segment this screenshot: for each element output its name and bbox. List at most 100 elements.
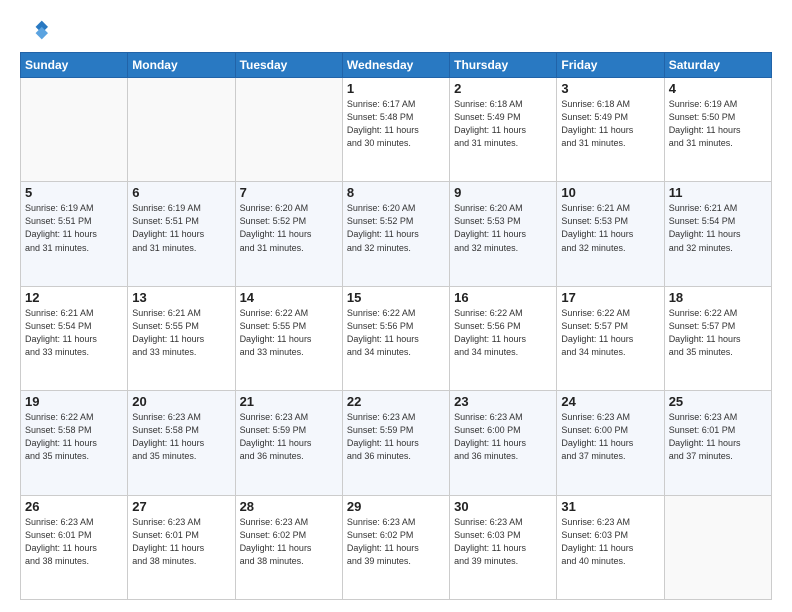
calendar-cell: 21 Sunrise: 6:23 AMSunset: 5:59 PMDayligh… [235, 391, 342, 495]
calendar-week-row: 5 Sunrise: 6:19 AMSunset: 5:51 PMDaylight… [21, 182, 772, 286]
calendar-cell: 15Sunrise: 6:22 AMSunset: 5:56 PMDayligh… [342, 286, 449, 390]
calendar-cell: 12 Sunrise: 6:21 AMSunset: 5:54 PMDayligh… [21, 286, 128, 390]
calendar-header-sunday: Sunday [21, 53, 128, 78]
calendar-cell: 29 Sunrise: 6:23 AMSunset: 6:02 PMDayligh… [342, 495, 449, 599]
day-number: 2 [454, 81, 552, 96]
calendar-cell: 13Sunrise: 6:21 AMSunset: 5:55 PMDayligh… [128, 286, 235, 390]
day-info: Sunrise: 6:19 AMSunset: 5:51 PMDaylight:… [132, 202, 230, 254]
day-info: Sunrise: 6:23 AMSunset: 6:00 PMDaylight:… [561, 411, 659, 463]
calendar-cell: 6 Sunrise: 6:19 AMSunset: 5:51 PMDaylight… [128, 182, 235, 286]
day-info: Sunrise: 6:21 AMSunset: 5:54 PMDaylight:… [25, 307, 123, 359]
header [20, 16, 772, 44]
calendar-cell: 23 Sunrise: 6:23 AMSunset: 6:00 PMDayligh… [450, 391, 557, 495]
day-number: 12 [25, 290, 123, 305]
page: SundayMondayTuesdayWednesdayThursdayFrid… [0, 0, 792, 612]
day-info: Sunrise: 6:21 AMSunset: 5:55 PMDaylight:… [132, 307, 230, 359]
day-number: 17 [561, 290, 659, 305]
day-number: 8 [347, 185, 445, 200]
day-info: Sunrise: 6:23 AMSunset: 6:01 PMDaylight:… [669, 411, 767, 463]
day-number: 18 [669, 290, 767, 305]
day-info: Sunrise: 6:23 AMSunset: 6:03 PMDaylight:… [454, 516, 552, 568]
day-info: Sunrise: 6:22 AMSunset: 5:56 PMDaylight:… [347, 307, 445, 359]
day-info: Sunrise: 6:22 AMSunset: 5:56 PMDaylight:… [454, 307, 552, 359]
day-number: 22 [347, 394, 445, 409]
calendar-cell: 27Sunrise: 6:23 AMSunset: 6:01 PMDayligh… [128, 495, 235, 599]
calendar-cell: 4Sunrise: 6:19 AMSunset: 5:50 PMDaylight… [664, 78, 771, 182]
calendar-cell: 11 Sunrise: 6:21 AMSunset: 5:54 PMDayligh… [664, 182, 771, 286]
calendar-cell [21, 78, 128, 182]
day-number: 26 [25, 499, 123, 514]
calendar-header-wednesday: Wednesday [342, 53, 449, 78]
calendar-cell: 26 Sunrise: 6:23 AMSunset: 6:01 PMDayligh… [21, 495, 128, 599]
calendar-header-tuesday: Tuesday [235, 53, 342, 78]
day-info: Sunrise: 6:23 AMSunset: 6:02 PMDaylight:… [240, 516, 338, 568]
day-info: Sunrise: 6:22 AMSunset: 5:58 PMDaylight:… [25, 411, 123, 463]
calendar-cell: 9Sunrise: 6:20 AMSunset: 5:53 PMDaylight… [450, 182, 557, 286]
day-number: 19 [25, 394, 123, 409]
calendar-header-friday: Friday [557, 53, 664, 78]
calendar-cell: 16 Sunrise: 6:22 AMSunset: 5:56 PMDayligh… [450, 286, 557, 390]
day-info: Sunrise: 6:23 AMSunset: 6:00 PMDaylight:… [454, 411, 552, 463]
day-info: Sunrise: 6:18 AMSunset: 5:49 PMDaylight:… [561, 98, 659, 150]
day-info: Sunrise: 6:22 AMSunset: 5:55 PMDaylight:… [240, 307, 338, 359]
day-number: 16 [454, 290, 552, 305]
calendar-week-row: 1 Sunrise: 6:17 AMSunset: 5:48 PMDaylight… [21, 78, 772, 182]
calendar-header-row: SundayMondayTuesdayWednesdayThursdayFrid… [21, 53, 772, 78]
day-info: Sunrise: 6:23 AMSunset: 6:02 PMDaylight:… [347, 516, 445, 568]
calendar-cell: 24 Sunrise: 6:23 AMSunset: 6:00 PMDayligh… [557, 391, 664, 495]
day-info: Sunrise: 6:22 AMSunset: 5:57 PMDaylight:… [669, 307, 767, 359]
day-info: Sunrise: 6:23 AMSunset: 6:01 PMDaylight:… [132, 516, 230, 568]
day-info: Sunrise: 6:18 AMSunset: 5:49 PMDaylight:… [454, 98, 552, 150]
calendar-cell: 17 Sunrise: 6:22 AMSunset: 5:57 PMDayligh… [557, 286, 664, 390]
day-number: 9 [454, 185, 552, 200]
day-info: Sunrise: 6:21 AMSunset: 5:54 PMDaylight:… [669, 202, 767, 254]
calendar-cell: 30 Sunrise: 6:23 AMSunset: 6:03 PMDayligh… [450, 495, 557, 599]
calendar-cell [128, 78, 235, 182]
calendar-header-thursday: Thursday [450, 53, 557, 78]
logo [20, 16, 52, 44]
calendar-cell: 2 Sunrise: 6:18 AMSunset: 5:49 PMDaylight… [450, 78, 557, 182]
logo-icon [20, 16, 48, 44]
calendar-cell: 5 Sunrise: 6:19 AMSunset: 5:51 PMDaylight… [21, 182, 128, 286]
calendar-cell: 3 Sunrise: 6:18 AMSunset: 5:49 PMDaylight… [557, 78, 664, 182]
day-number: 1 [347, 81, 445, 96]
calendar-cell: 8 Sunrise: 6:20 AMSunset: 5:52 PMDaylight… [342, 182, 449, 286]
day-number: 30 [454, 499, 552, 514]
calendar-cell: 25Sunrise: 6:23 AMSunset: 6:01 PMDayligh… [664, 391, 771, 495]
calendar-week-row: 19 Sunrise: 6:22 AMSunset: 5:58 PMDayligh… [21, 391, 772, 495]
calendar-header-saturday: Saturday [664, 53, 771, 78]
day-number: 31 [561, 499, 659, 514]
calendar-cell: 7 Sunrise: 6:20 AMSunset: 5:52 PMDaylight… [235, 182, 342, 286]
day-info: Sunrise: 6:20 AMSunset: 5:52 PMDaylight:… [347, 202, 445, 254]
day-number: 21 [240, 394, 338, 409]
calendar-cell: 19 Sunrise: 6:22 AMSunset: 5:58 PMDayligh… [21, 391, 128, 495]
day-number: 7 [240, 185, 338, 200]
day-info: Sunrise: 6:20 AMSunset: 5:52 PMDaylight:… [240, 202, 338, 254]
day-info: Sunrise: 6:17 AMSunset: 5:48 PMDaylight:… [347, 98, 445, 150]
calendar-cell: 1 Sunrise: 6:17 AMSunset: 5:48 PMDaylight… [342, 78, 449, 182]
day-number: 28 [240, 499, 338, 514]
day-number: 3 [561, 81, 659, 96]
day-number: 23 [454, 394, 552, 409]
day-number: 6 [132, 185, 230, 200]
calendar-header-monday: Monday [128, 53, 235, 78]
day-number: 14 [240, 290, 338, 305]
calendar-cell [664, 495, 771, 599]
calendar-cell [235, 78, 342, 182]
day-number: 29 [347, 499, 445, 514]
day-number: 24 [561, 394, 659, 409]
calendar-cell: 22Sunrise: 6:23 AMSunset: 5:59 PMDayligh… [342, 391, 449, 495]
calendar-cell: 18 Sunrise: 6:22 AMSunset: 5:57 PMDayligh… [664, 286, 771, 390]
calendar-week-row: 26 Sunrise: 6:23 AMSunset: 6:01 PMDayligh… [21, 495, 772, 599]
calendar-cell: 28 Sunrise: 6:23 AMSunset: 6:02 PMDayligh… [235, 495, 342, 599]
day-number: 5 [25, 185, 123, 200]
day-info: Sunrise: 6:22 AMSunset: 5:57 PMDaylight:… [561, 307, 659, 359]
calendar-cell: 31Sunrise: 6:23 AMSunset: 6:03 PMDayligh… [557, 495, 664, 599]
calendar-cell: 20Sunrise: 6:23 AMSunset: 5:58 PMDayligh… [128, 391, 235, 495]
day-info: Sunrise: 6:19 AMSunset: 5:51 PMDaylight:… [25, 202, 123, 254]
day-number: 4 [669, 81, 767, 96]
day-info: Sunrise: 6:23 AMSunset: 5:59 PMDaylight:… [240, 411, 338, 463]
day-number: 11 [669, 185, 767, 200]
day-number: 20 [132, 394, 230, 409]
day-info: Sunrise: 6:23 AMSunset: 6:01 PMDaylight:… [25, 516, 123, 568]
